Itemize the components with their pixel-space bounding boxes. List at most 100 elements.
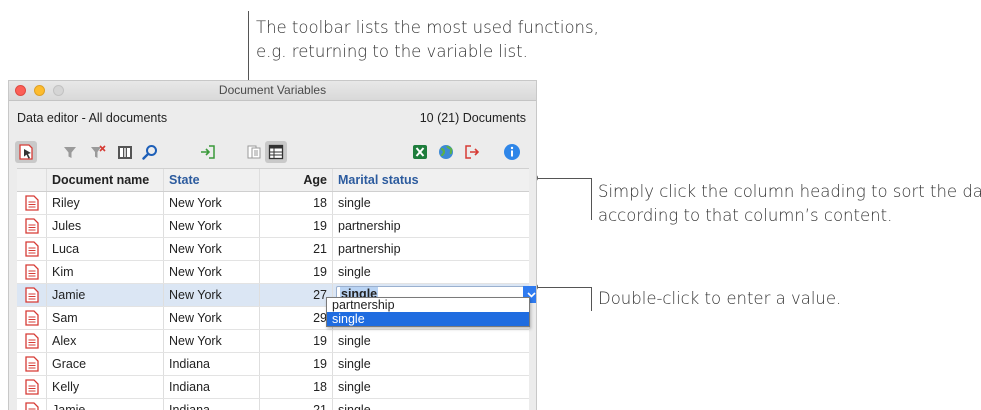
toolbar-callout-text: The toolbar lists the most used function… [256, 16, 599, 64]
row-document-cell[interactable] [17, 192, 47, 214]
cell-document-name[interactable]: Jamie [47, 399, 164, 410]
cell-document-name[interactable]: Luca [47, 238, 164, 260]
cell-marital-status[interactable]: single [333, 376, 529, 398]
row-document-cell[interactable] [17, 215, 47, 237]
cell-document-name[interactable]: Alex [47, 330, 164, 352]
document-icon [25, 379, 39, 398]
table-row[interactable]: Jules New York 19 partnership [17, 215, 529, 238]
title-bar: Document Variables [9, 81, 536, 101]
row-document-cell[interactable] [17, 238, 47, 260]
table-row[interactable]: Kelly Indiana 18 single [17, 376, 529, 399]
cell-marital-status[interactable]: partnership [333, 215, 529, 237]
cell-document-name[interactable]: Kelly [47, 376, 164, 398]
cell-state[interactable]: New York [164, 330, 260, 352]
cell-marital-status[interactable]: single [333, 399, 529, 410]
edit-callout-text: Double-click to enter a value. [598, 287, 841, 311]
toolbar-callout-line-1: The toolbar lists the most used function… [256, 18, 599, 37]
info-bar: Data editor - All documents 10 (21) Docu… [9, 101, 536, 137]
cell-document-name[interactable]: Riley [47, 192, 164, 214]
row-document-cell[interactable] [17, 353, 47, 375]
cell-state[interactable]: New York [164, 215, 260, 237]
table-row[interactable]: Alex New York 19 single [17, 330, 529, 353]
table-row[interactable]: Jamie Indiana 21 single [17, 399, 529, 410]
toolbar-callout-line-2: e.g. returning to the variable list. [256, 42, 528, 61]
cell-state[interactable]: New York [164, 284, 260, 306]
cell-marital-status[interactable]: single [333, 261, 529, 283]
column-header-age[interactable]: Age [260, 169, 333, 191]
table-row[interactable]: Kim New York 19 single [17, 261, 529, 284]
toolbar [9, 137, 536, 167]
cell-age[interactable]: 19 [260, 353, 333, 375]
window-title: Document Variables [218, 83, 327, 97]
document-icon [25, 310, 39, 329]
cell-marital-status[interactable]: single [333, 192, 529, 214]
info-icon[interactable] [501, 141, 523, 163]
marital-status-dropdown[interactable]: partnership single [326, 297, 530, 327]
sort-callout-bracket [591, 178, 592, 220]
cell-age[interactable]: 18 [260, 192, 333, 214]
filter-icon[interactable] [59, 141, 81, 163]
column-header-document-name[interactable]: Document name [47, 169, 164, 191]
sort-callout-hline [538, 178, 591, 179]
cell-age[interactable]: 21 [260, 399, 333, 410]
dropdown-option-partnership[interactable]: partnership [327, 298, 529, 312]
column-header-marital-status[interactable]: Marital status [333, 169, 529, 191]
row-document-cell[interactable] [17, 330, 47, 352]
cell-age[interactable]: 19 [260, 330, 333, 352]
cell-age[interactable]: 19 [260, 215, 333, 237]
document-icon [25, 195, 39, 214]
excel-icon[interactable] [409, 141, 431, 163]
variables-table: Document name State Age Marital status R… [17, 168, 536, 410]
cell-age[interactable]: 27 [260, 284, 333, 306]
search-icon[interactable] [139, 141, 161, 163]
cell-state[interactable]: New York [164, 238, 260, 260]
cell-state[interactable]: Indiana [164, 376, 260, 398]
cell-state[interactable]: Indiana [164, 399, 260, 410]
cell-state[interactable]: New York [164, 192, 260, 214]
cell-document-name[interactable]: Kim [47, 261, 164, 283]
row-document-cell[interactable] [17, 307, 47, 329]
cell-marital-status[interactable]: single [333, 330, 529, 352]
globe-icon[interactable] [435, 141, 457, 163]
cell-state[interactable]: New York [164, 261, 260, 283]
row-document-cell[interactable] [17, 376, 47, 398]
columns-icon[interactable] [114, 141, 136, 163]
cell-marital-status[interactable]: partnership [333, 238, 529, 260]
import-icon[interactable] [197, 141, 219, 163]
cell-document-name[interactable]: Jules [47, 215, 164, 237]
icon-column-header[interactable] [17, 169, 47, 191]
edit-callout-bracket [591, 287, 592, 311]
cell-document-name[interactable]: Sam [47, 307, 164, 329]
column-header-state[interactable]: State [164, 169, 260, 191]
table-view-icon[interactable] [265, 141, 287, 163]
sort-callout-text: Simply click the column heading to sort … [598, 180, 981, 228]
cell-age[interactable]: 21 [260, 238, 333, 260]
document-icon [25, 241, 39, 260]
cell-age[interactable]: 29 [260, 307, 333, 329]
clear-filter-icon[interactable] [87, 141, 109, 163]
cell-document-name[interactable]: Jamie [47, 284, 164, 306]
dropdown-option-single[interactable]: single [327, 312, 529, 326]
cell-state[interactable]: Indiana [164, 353, 260, 375]
cell-state[interactable]: New York [164, 307, 260, 329]
cell-document-name[interactable]: Grace [47, 353, 164, 375]
data-editor-label: Data editor - All documents [17, 111, 168, 125]
table-row[interactable]: Grace Indiana 19 single [17, 353, 529, 376]
cell-marital-status[interactable]: single [333, 353, 529, 375]
document-icon [25, 287, 39, 306]
document-icon [25, 264, 39, 283]
sort-callout-line-1: Simply click the column heading to sort … [598, 182, 981, 201]
table-row[interactable]: Luca New York 21 partnership [17, 238, 529, 261]
row-document-cell[interactable] [17, 399, 47, 410]
cell-age[interactable]: 18 [260, 376, 333, 398]
table-row[interactable]: Riley New York 18 single [17, 192, 529, 215]
select-cursor-icon[interactable] [15, 141, 37, 163]
sort-callout-line-2: according to that column’s content. [598, 206, 893, 225]
edit-callout-hline [538, 287, 591, 288]
list-view-icon[interactable] [243, 141, 265, 163]
edit-callout-line-1: Double-click to enter a value. [598, 289, 842, 308]
row-document-cell[interactable] [17, 261, 47, 283]
row-document-cell[interactable] [17, 284, 47, 306]
export-icon[interactable] [461, 141, 483, 163]
cell-age[interactable]: 19 [260, 261, 333, 283]
